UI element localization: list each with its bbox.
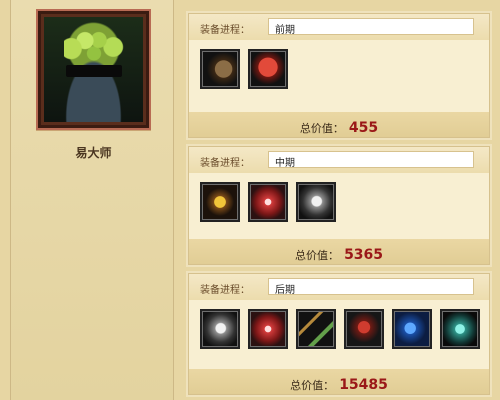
total-label: 总价值：: [290, 379, 335, 392]
spear-icon[interactable]: [296, 309, 336, 349]
boots-icon[interactable]: [200, 49, 240, 89]
gauntlet-icon[interactable]: [200, 182, 240, 222]
total-label: 总价值：: [299, 122, 344, 135]
stage-label: 装备进程：: [200, 25, 250, 36]
build-stages: 装备进程： 前期 总价值： 455 装备进程： 中期 总价值： 5365 装备进…: [178, 0, 500, 400]
stage-value: 前期: [268, 18, 474, 36]
total-label: 总价值：: [294, 249, 339, 262]
total-value: 455: [348, 120, 379, 136]
hero-sidebar: 易大师: [10, 0, 174, 400]
stage-footer: 总价值： 5365: [189, 239, 489, 264]
stage-panel-late: 装备进程： 后期 总价值： 15485: [188, 273, 490, 395]
stage-header: 装备进程： 中期: [189, 147, 489, 173]
total-value: 15485: [339, 377, 388, 393]
crossed-swords-icon[interactable]: [248, 182, 288, 222]
stage-panel-early: 装备进程： 前期 总价值： 455: [188, 13, 490, 138]
stage-header: 装备进程： 前期: [189, 14, 489, 40]
hero-portrait-icon[interactable]: [44, 17, 143, 122]
stage-value: 后期: [268, 278, 474, 296]
stage-panel-mid: 装备进程： 中期 总价值： 5365: [188, 146, 490, 265]
stage-label: 装备进程：: [200, 285, 250, 296]
helmet-icon[interactable]: [296, 182, 336, 222]
stage-header: 装备进程： 后期: [189, 274, 489, 300]
stage-footer: 总价值： 15485: [189, 369, 489, 394]
red-robe-icon[interactable]: [248, 49, 288, 89]
blue-cloak-icon[interactable]: [392, 309, 432, 349]
stage-label: 装备进程：: [200, 158, 250, 169]
winged-armor-icon[interactable]: [440, 309, 480, 349]
total-value: 5365: [344, 247, 384, 263]
stage-value: 中期: [268, 151, 474, 169]
hero-portrait-frame[interactable]: [36, 9, 151, 130]
helmet-icon[interactable]: [200, 309, 240, 349]
hero-name: 易大师: [75, 146, 112, 160]
stage-footer: 总价值： 455: [189, 112, 489, 137]
crossed-swords-icon[interactable]: [248, 309, 288, 349]
red-armor-icon[interactable]: [344, 309, 384, 349]
